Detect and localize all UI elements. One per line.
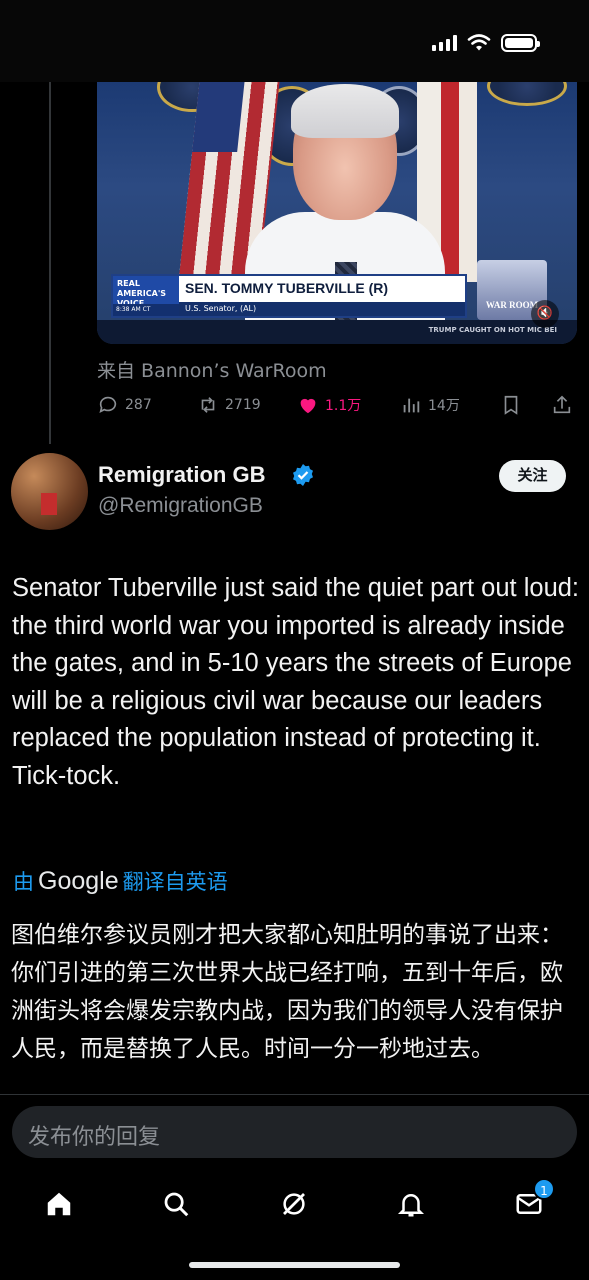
like-button[interactable]: 1.1万 <box>297 394 361 416</box>
translated-tweet-body: 图伯维尔参议员刚才把大家都心知肚明的事说了出来：你们引进的第三次世界大战已经打响… <box>11 922 563 1062</box>
grok-icon <box>283 1193 305 1215</box>
views-count: 14万 <box>428 398 460 414</box>
author-avatar[interactable] <box>11 453 88 530</box>
tweet-body: Senator Tuberville just said the quiet p… <box>12 574 580 790</box>
thread-connector-line <box>49 82 51 444</box>
wifi-icon <box>467 34 491 51</box>
speaker-title-caption: U.S. Senator, (AL) <box>179 302 465 316</box>
quoted-tweet-actions: 287 2719 1.1万 14万 <box>97 394 577 422</box>
home-indicator <box>189 1262 400 1268</box>
speaker-hair <box>291 84 399 138</box>
status-bar <box>0 0 589 82</box>
home-icon <box>47 1192 71 1216</box>
seal-decoration <box>487 82 567 106</box>
retweet-button[interactable]: 2719 <box>197 394 261 416</box>
battery-icon <box>501 34 540 52</box>
video-player[interactable]: REAL AMERICA'S VOICE 8:38 AM CT SEN. TOM… <box>97 82 577 344</box>
retweet-icon <box>201 397 215 413</box>
reply-icon <box>99 396 117 413</box>
author-handle[interactable]: @RemigrationGB <box>98 494 263 518</box>
broadcast-time: 8:38 AM CT <box>113 304 179 316</box>
views-button[interactable]: 14万 <box>400 394 460 416</box>
news-ticker: TRUMP CAUGHT ON HOT MIC BEI <box>97 320 577 344</box>
views-chart-icon <box>403 398 420 413</box>
search-icon <box>164 1192 189 1217</box>
cellular-signal-icon <box>432 35 457 51</box>
tab-search[interactable] <box>156 1184 196 1224</box>
video-lower-third: REAL AMERICA'S VOICE 8:38 AM CT SEN. TOM… <box>111 274 467 318</box>
translation-attribution[interactable]: 由 Google 翻译自英语 <box>13 866 228 896</box>
mute-icon[interactable]: 🔇 <box>531 300 559 328</box>
verified-badge-icon <box>293 464 313 486</box>
translation-prefix: 由 <box>13 870 34 894</box>
google-logo: Google <box>38 867 119 895</box>
share-button[interactable] <box>551 394 573 416</box>
reply-input[interactable]: 发布你的回复 <box>12 1106 577 1158</box>
messages-badge: 1 <box>533 1178 555 1200</box>
reply-button[interactable]: 287 <box>97 394 152 416</box>
tab-grok[interactable] <box>274 1184 314 1224</box>
heart-icon <box>300 398 316 414</box>
tab-notifications[interactable] <box>391 1184 431 1224</box>
like-count: 1.1万 <box>325 398 362 414</box>
reply-count: 287 <box>125 397 152 413</box>
author-display-name[interactable]: Remigration GB <box>98 462 265 488</box>
tab-messages[interactable]: 1 <box>509 1178 555 1224</box>
divider <box>0 1094 589 1095</box>
bookmark-button[interactable] <box>500 394 522 416</box>
follow-button[interactable]: 关注 <box>499 460 566 492</box>
bell-icon <box>397 1194 425 1217</box>
status-icons <box>432 34 540 52</box>
video-source-attribution[interactable]: 来自 Bannon’s WarRoom <box>97 356 327 383</box>
translation-suffix: 翻译自英语 <box>122 870 228 894</box>
bookmark-icon <box>504 395 518 415</box>
tab-home[interactable] <box>39 1184 79 1224</box>
speaker-name-caption: SEN. TOMMY TUBERVILLE (R) <box>185 280 389 296</box>
share-icon <box>553 395 571 414</box>
retweet-count: 2719 <box>225 397 261 413</box>
